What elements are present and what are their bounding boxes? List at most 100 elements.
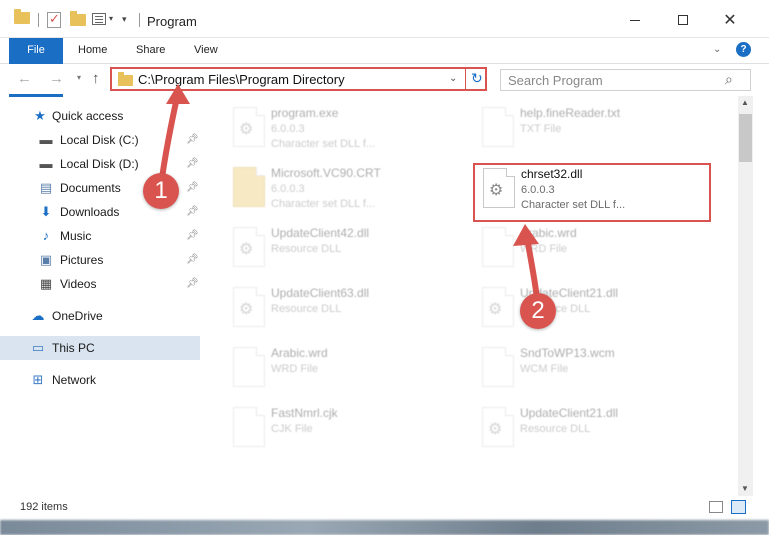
- recent-locations-icon[interactable]: ▾: [77, 73, 81, 82]
- divider: [38, 13, 39, 27]
- list-item[interactable]: ⚙ UpdateClient42.dll Resource DLL: [223, 225, 465, 285]
- list-item[interactable]: FastNmrl.cjk CJK File: [223, 405, 465, 465]
- sidebar-item-label: Downloads: [60, 205, 120, 219]
- sidebar-item-quick-access[interactable]: ★ Quick access: [0, 104, 200, 128]
- star-icon: ★: [34, 108, 46, 123]
- sidebar-item-this-pc[interactable]: ▭ This PC: [0, 336, 200, 360]
- scroll-down-icon[interactable]: ▼: [741, 484, 749, 493]
- maximize-button[interactable]: [660, 5, 706, 35]
- close-icon: ✕: [723, 12, 737, 29]
- file-description: Character set DLL f...: [271, 198, 376, 210]
- sidebar-item-local-disk-c[interactable]: ▬ Local Disk (C:) 📌︎: [0, 128, 200, 152]
- sidebar-item-pictures[interactable]: ▣ Pictures 📌︎: [0, 248, 200, 272]
- list-item[interactable]: SndToWP13.wcm WCM File: [472, 345, 714, 405]
- sidebar-item-label: Pictures: [60, 253, 104, 267]
- search-icon[interactable]: ⌕: [725, 71, 733, 88]
- pin-icon[interactable]: 📌︎: [186, 134, 199, 145]
- status-bar: 192 items: [0, 496, 769, 520]
- file-name: UpdateClient21.dll: [520, 406, 619, 420]
- search-input[interactable]: Search Program ⌕: [500, 69, 751, 91]
- file-name: Arabic.wrd: [520, 226, 577, 240]
- list-item[interactable]: Microsoft.VC90.CRT 6.0.0.3 Character set…: [223, 165, 465, 225]
- sidebar-item-label: Quick access: [52, 109, 124, 123]
- expand-ribbon-icon[interactable]: ⌄: [713, 44, 721, 55]
- new-folder-icon[interactable]: [70, 11, 86, 26]
- scroll-up-icon[interactable]: ▲: [741, 98, 749, 107]
- gear-icon: ⚙: [239, 241, 254, 258]
- file-description: Character set DLL f...: [271, 138, 376, 150]
- pin-icon[interactable]: 📌︎: [186, 206, 199, 217]
- dll-file-icon: ⚙: [482, 407, 514, 447]
- forward-arrow-icon[interactable]: →: [49, 70, 64, 87]
- list-item[interactable]: ⚙ UpdateClient63.dll Resource DLL: [223, 285, 465, 345]
- pictures-icon: ▣: [39, 252, 53, 267]
- gear-icon: ⚙: [489, 182, 504, 199]
- vertical-scrollbar[interactable]: ▲ ▼: [738, 96, 753, 496]
- gear-icon: ⚙: [239, 121, 254, 138]
- file-version: 6.0.0.3: [521, 184, 555, 196]
- properties-check-icon[interactable]: [47, 11, 61, 28]
- tab-share[interactable]: Share: [124, 38, 177, 63]
- tab-view[interactable]: View: [182, 38, 230, 63]
- pin-icon[interactable]: 📌︎: [186, 254, 199, 265]
- up-arrow-icon[interactable]: ↑: [92, 70, 100, 87]
- help-icon[interactable]: ?: [736, 42, 751, 57]
- chevron-down-icon[interactable]: ⌄: [449, 73, 457, 84]
- list-item[interactable]: ⚙ UpdateClient21.dll Resource DLL: [472, 405, 714, 465]
- address-bar[interactable]: C:\Program Files\Program Directory ⌄ ↻: [110, 67, 487, 91]
- minimize-button[interactable]: [612, 5, 658, 35]
- list-item-chrset32[interactable]: ⚙ chrset32.dll 6.0.0.3 Character set DLL…: [473, 166, 715, 226]
- item-count: 192 items: [20, 501, 68, 513]
- sidebar-item-onedrive[interactable]: ☁ OneDrive: [0, 304, 200, 328]
- file-name: help.fineReader.txt: [520, 106, 621, 120]
- chevron-down-icon[interactable]: ▾: [109, 14, 113, 23]
- sidebar-item-music[interactable]: ♪ Music 📌︎: [0, 224, 200, 248]
- sidebar-item-label: Network: [52, 373, 97, 387]
- gear-icon: ⚙: [488, 421, 503, 438]
- sidebar-item-label: Documents: [60, 181, 121, 195]
- file-name: Microsoft.VC90.CRT: [271, 166, 381, 180]
- document-icon: [482, 347, 514, 387]
- title-bar: ▾ ▾ Program ✕: [0, 0, 769, 38]
- minimize-icon: [630, 19, 640, 21]
- gear-icon: ⚙: [239, 301, 254, 318]
- refresh-icon[interactable]: ↻: [471, 70, 483, 87]
- sidebar-item-videos[interactable]: ▦ Videos 📌︎: [0, 272, 200, 296]
- list-item[interactable]: Arabic.wrd WRD File: [472, 225, 714, 285]
- pin-icon[interactable]: 📌︎: [186, 182, 199, 193]
- scroll-thumb[interactable]: [739, 114, 752, 162]
- customize-quick-access-icon[interactable]: ▾: [122, 14, 127, 25]
- large-icons-view-icon[interactable]: [731, 500, 746, 514]
- pin-icon[interactable]: 📌︎: [186, 230, 199, 241]
- back-arrow-icon[interactable]: ←: [17, 70, 32, 87]
- gear-icon: ⚙: [488, 301, 503, 318]
- document-icon: [233, 347, 265, 387]
- dll-file-icon: ⚙: [233, 287, 265, 327]
- sidebar-item-network[interactable]: ⊞ Network: [0, 368, 200, 392]
- music-icon: ♪: [42, 228, 50, 243]
- details-view-icon[interactable]: [709, 501, 723, 513]
- navigation-bar: ← → ▾ ↑ C:\Program Files\Program Directo…: [0, 64, 769, 94]
- pin-icon[interactable]: 📌︎: [186, 278, 199, 289]
- dll-file-icon: ⚙: [233, 227, 265, 267]
- sidebar-item-label: This PC: [52, 341, 95, 355]
- address-path[interactable]: C:\Program Files\Program Directory: [138, 72, 345, 87]
- file-name: UpdateClient42.dll: [271, 226, 370, 240]
- sidebar-item-local-disk-d[interactable]: ▬ Local Disk (D:) 📌︎: [0, 152, 200, 176]
- file-type: Resource DLL: [271, 303, 342, 315]
- properties-icon[interactable]: [92, 13, 106, 25]
- list-item[interactable]: help.fineReader.txt TXT File: [472, 105, 714, 165]
- tab-home[interactable]: Home: [66, 38, 119, 63]
- file-name: program.exe: [271, 106, 339, 120]
- pin-icon[interactable]: 📌︎: [186, 158, 199, 169]
- file-name: UpdateClient63.dll: [271, 286, 370, 300]
- desktop-background: [0, 520, 769, 535]
- step-marker-1: 1: [143, 173, 179, 209]
- close-button[interactable]: ✕: [707, 5, 753, 35]
- list-item[interactable]: Arabic.wrd WRD File: [223, 345, 465, 405]
- list-item[interactable]: ⚙ UpdateClient21.dll Resource DLL: [472, 285, 714, 345]
- list-item[interactable]: ⚙ program.exe 6.0.0.3 Character set DLL …: [223, 105, 465, 165]
- file-type: Resource DLL: [271, 243, 342, 255]
- step-marker-2: 2: [520, 293, 556, 329]
- file-description: Character set DLL f...: [521, 199, 626, 211]
